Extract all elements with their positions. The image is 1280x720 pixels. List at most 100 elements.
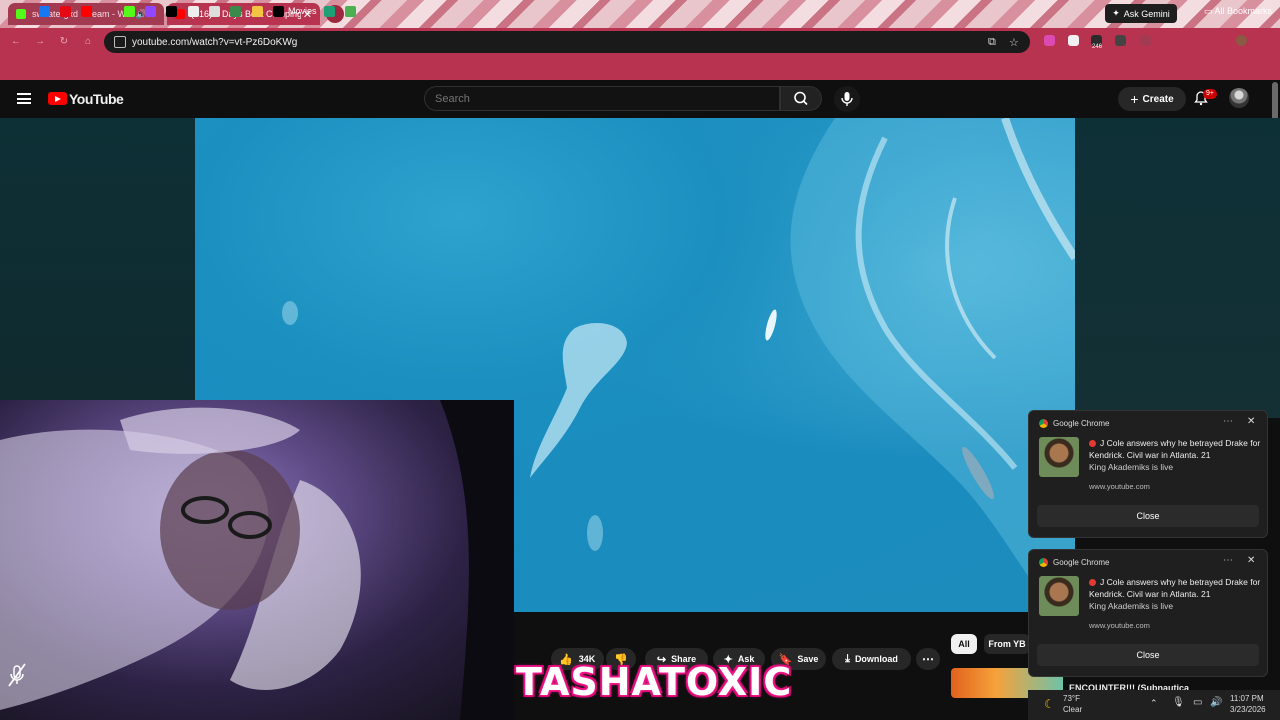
streamer-name-overlay: TASHATOXIC <box>516 660 793 704</box>
mic-icon <box>841 92 853 106</box>
install-app-icon[interactable]: ⧉ <box>988 36 996 49</box>
forward-icon[interactable]: → <box>34 36 46 48</box>
chrome-icon <box>1039 558 1048 567</box>
weather-condition[interactable]: Clear <box>1063 705 1082 714</box>
search-icon <box>794 91 808 106</box>
download-icon: ⤓ <box>845 652 850 665</box>
youtube-logo-icon[interactable] <box>48 92 67 105</box>
download-button[interactable]: ⤓ Download <box>832 648 911 670</box>
bookmark-star-icon[interactable]: ☆ <box>1009 36 1019 49</box>
close-icon[interactable]: ✕ <box>1247 555 1255 566</box>
extension-badge: 246 <box>1092 44 1103 50</box>
close-icon[interactable]: ✕ <box>1247 416 1255 427</box>
chrome-notification[interactable]: Google Chrome ⋯ ✕ J Cole answers why he … <box>1028 549 1268 677</box>
live-dot-icon <box>1089 579 1096 586</box>
all-bookmarks-folder[interactable]: ▭ All Bookmarks <box>1204 6 1272 17</box>
chevron-up-icon[interactable]: ⌃ <box>1150 698 1158 709</box>
x-icon[interactable] <box>166 6 177 17</box>
ask-gemini-button[interactable]: ✦ Ask Gemini <box>1105 4 1177 23</box>
sparkle-icon: ✦ <box>1112 8 1120 18</box>
notification-app-name: Google Chrome <box>1053 419 1110 428</box>
bookmark-icon[interactable] <box>252 6 263 17</box>
notification-header: Google Chrome <box>1039 558 1109 567</box>
reload-icon[interactable]: ↻ <box>58 36 70 48</box>
taskbar-date[interactable]: 3/23/2026 <box>1230 705 1266 714</box>
taskbar-time[interactable]: 11:07 PM <box>1230 694 1264 703</box>
home-icon[interactable]: ⌂ <box>82 36 94 48</box>
extension-icon[interactable] <box>1044 35 1055 46</box>
back-icon[interactable]: ← <box>10 36 22 48</box>
chip-from-channel[interactable]: From YB <box>984 634 1030 654</box>
extension-icon[interactable] <box>1068 35 1079 46</box>
all-bookmarks-label: All Bookmarks <box>1214 6 1273 16</box>
chrome-notification[interactable]: Google Chrome ⋯ ✕ J Cole answers why he … <box>1028 410 1268 538</box>
notification-url: www.youtube.com <box>1089 621 1150 630</box>
tab-title: (816) 4 Days Boat Camping & C <box>191 9 301 19</box>
more-horizontal-icon: ⋯ <box>922 652 934 666</box>
bookmarks-bar <box>0 56 1280 80</box>
kick-icon[interactable] <box>124 6 135 17</box>
notification-subtitle: King Akademiks is live <box>1089 601 1174 611</box>
network-icon[interactable]: ▭ <box>1193 697 1202 708</box>
muted-mic-icon <box>8 663 26 687</box>
create-label: Create <box>1142 93 1174 105</box>
more-actions-button[interactable]: ⋯ <box>916 648 940 670</box>
movies-icon[interactable] <box>273 6 284 17</box>
mic-icon[interactable]: 🎙 <box>1172 697 1185 708</box>
twitch-icon[interactable] <box>145 6 156 17</box>
notification-body: J Cole answers why he betrayed Drake for… <box>1089 437 1265 473</box>
ambient-background-left <box>0 118 195 400</box>
streamer-webcam-overlay <box>0 400 514 720</box>
more-options-icon[interactable]: ⋯ <box>1223 555 1233 566</box>
notification-thumbnail <box>1039 576 1079 616</box>
volume-icon[interactable]: 🔊 <box>1210 697 1222 708</box>
youtube-logo-text[interactable]: YouTube <box>69 91 124 107</box>
notification-close-button[interactable]: Close <box>1037 644 1259 666</box>
site-info-icon[interactable] <box>114 36 126 48</box>
notification-count-badge: 9+ <box>1203 89 1217 99</box>
notification-body: J Cole answers why he betrayed Drake for… <box>1089 576 1265 612</box>
hamburger-menu-icon[interactable] <box>17 93 31 104</box>
save-label: Save <box>797 654 819 664</box>
windows-taskbar: ☾ 73°F Clear ⌃ 🎙 ▭ 🔊 11:07 PM 3/23/2026 <box>1028 690 1280 720</box>
kick-icon <box>16 9 26 19</box>
notification-url: www.youtube.com <box>1089 482 1150 491</box>
more-options-icon[interactable]: ⋯ <box>1223 416 1233 427</box>
bookmark-icon[interactable] <box>188 6 199 17</box>
search-button[interactable] <box>780 86 822 111</box>
extension-icon[interactable] <box>1115 35 1126 46</box>
url-text: youtube.com/watch?v=vt-Pz6DoKWg <box>132 36 298 48</box>
plus-icon: + <box>1130 91 1139 107</box>
dolphin-shape <box>765 309 777 341</box>
bookmark-icon[interactable] <box>209 6 220 17</box>
address-bar[interactable]: youtube.com/watch?v=vt-Pz6DoKWg ⧉ ☆ <box>104 31 1030 53</box>
webcam-frame <box>0 400 514 720</box>
ambient-background-right <box>1075 118 1280 418</box>
extension-icon[interactable] <box>1140 35 1151 46</box>
download-label: Download <box>854 654 898 664</box>
profile-avatar-icon[interactable] <box>1236 35 1247 46</box>
notification-thumbnail <box>1039 437 1079 477</box>
bookmark-icon[interactable] <box>324 6 335 17</box>
create-button[interactable]: + Create <box>1118 87 1186 111</box>
bookmark-icon[interactable] <box>345 6 356 17</box>
account-avatar[interactable] <box>1229 88 1249 108</box>
notification-header: Google Chrome <box>1039 419 1109 428</box>
notification-subtitle: King Akademiks is live <box>1089 462 1174 472</box>
notification-title: J Cole answers why he betrayed Drake for… <box>1089 438 1261 460</box>
voice-search-button[interactable] <box>834 86 860 112</box>
notification-close-button[interactable]: Close <box>1037 505 1259 527</box>
chrome-icon <box>1039 419 1048 428</box>
bookmark-icon[interactable] <box>230 6 241 17</box>
youtube-icon[interactable] <box>81 6 92 17</box>
chip-all[interactable]: All <box>951 634 977 654</box>
search-input[interactable] <box>424 86 780 111</box>
ask-gemini-label: Ask Gemini <box>1123 8 1170 19</box>
bookmark-movies[interactable]: Movies <box>288 6 317 16</box>
weather-temperature[interactable]: 73°F <box>1063 694 1080 703</box>
notification-app-name: Google Chrome <box>1053 558 1110 567</box>
live-dot-icon <box>1089 440 1096 447</box>
netflix-icon[interactable] <box>60 6 71 17</box>
facebook-icon[interactable] <box>39 6 50 17</box>
weather-moon-icon[interactable]: ☾ <box>1044 697 1055 711</box>
